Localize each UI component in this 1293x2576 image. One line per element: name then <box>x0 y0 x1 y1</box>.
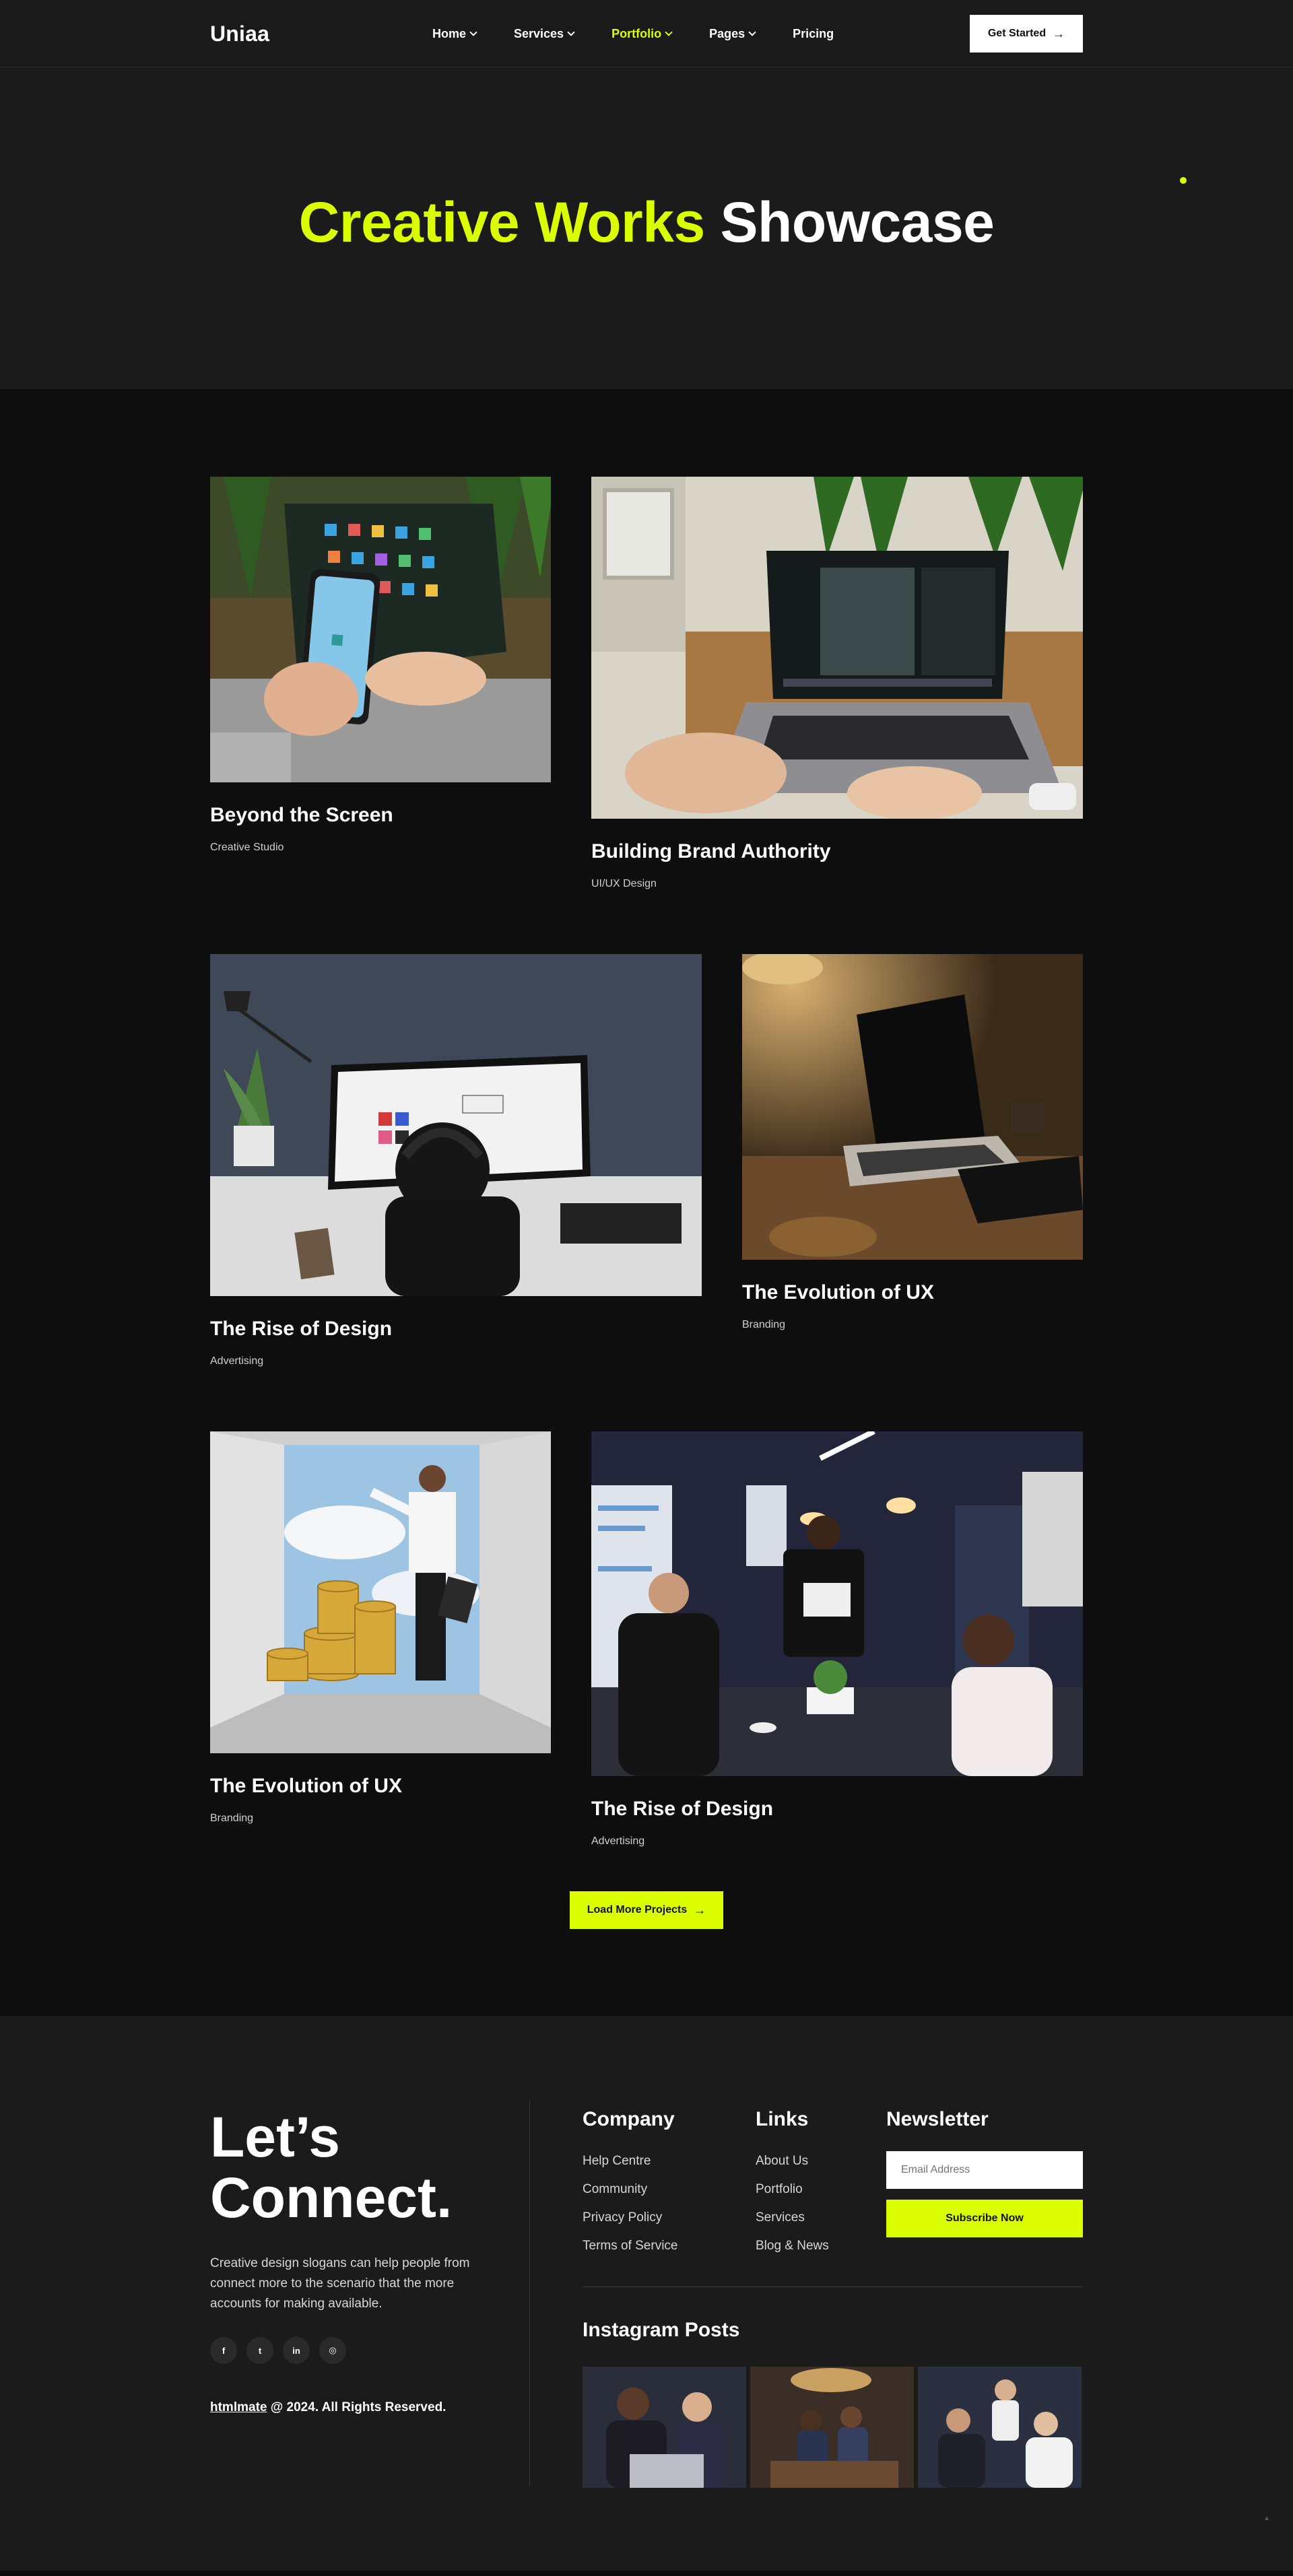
instagram-gallery <box>583 2367 1082 2488</box>
laptop-on-desk-photo[interactable] <box>742 954 1083 1260</box>
designer-at-monitor-photo[interactable] <box>210 954 702 1296</box>
portfolio-card[interactable]: The Rise of Design Advertising <box>210 954 702 1367</box>
nav-item-label: Pages <box>709 26 745 40</box>
footer-link-portfolio[interactable]: Portfolio <box>756 2182 829 2210</box>
card-title[interactable]: The Evolution of UX <box>210 1775 551 1798</box>
site-header: Uniaa Home Services Portfolio Pages Pric… <box>0 0 1293 67</box>
portfolio-card[interactable]: The Evolution of UX Branding <box>210 1431 551 1848</box>
load-more-label: Load More Projects <box>587 1904 688 1916</box>
chevron-down-icon <box>469 28 477 36</box>
facebook-icon[interactable]: f <box>210 2337 237 2364</box>
get-started-button[interactable]: Get Started → <box>969 15 1083 53</box>
footer-column-title: Newsletter <box>886 2108 989 2130</box>
portfolio-card[interactable]: Building Brand Authority UI/UX Design <box>591 477 1083 890</box>
nav-item-label: Services <box>514 26 564 40</box>
footer-link-about-us[interactable]: About Us <box>756 2154 829 2182</box>
page-title-accent: Creative Works <box>298 191 706 254</box>
get-started-label: Get Started <box>987 28 1047 39</box>
meeting-discussion-photo[interactable] <box>918 2367 1082 2488</box>
footer-link-community[interactable]: Community <box>583 2182 677 2210</box>
footer-heading: Let’s Connect. <box>210 2107 506 2228</box>
footer-column-title: Company <box>583 2108 675 2130</box>
page-title-rest: Showcase <box>720 191 995 254</box>
businessman-door-coins-photo[interactable] <box>210 1431 551 1753</box>
nav-item-pages[interactable]: Pages <box>709 26 756 41</box>
footer-link-blog-news[interactable]: Blog & News <box>756 2239 829 2267</box>
instagram-title: Instagram Posts <box>583 2319 740 2341</box>
decorative-dot <box>1180 177 1187 184</box>
twitter-icon[interactable]: t <box>246 2337 273 2364</box>
portfolio-row: The Rise of Design Advertising The Evolu… <box>210 954 1083 1367</box>
footer-heading-line: Connect. <box>210 2166 453 2229</box>
chevron-down-icon <box>748 28 756 36</box>
copyright-text: @ 2024. All Rights Reserved. <box>267 2400 446 2414</box>
footer-links-column: Links About Us Portfolio Services Blog &… <box>756 2108 829 2267</box>
page-title: Creative Works Showcase <box>0 189 1293 257</box>
laptop-editing-photo[interactable] <box>591 477 1083 819</box>
card-category: UI/UX Design <box>591 878 657 889</box>
card-category: Advertising <box>591 1835 645 1847</box>
copyright: htmlmate @ 2024. All Rights Reserved. <box>210 2400 506 2415</box>
card-category: Creative Studio <box>210 842 284 853</box>
arrow-right-icon: → <box>694 1903 706 1917</box>
card-title[interactable]: The Rise of Design <box>591 1798 1083 1821</box>
footer-link-privacy-policy[interactable]: Privacy Policy <box>583 2210 677 2239</box>
social-links: f t in ◎ <box>210 2337 506 2364</box>
subscribe-button[interactable]: Subscribe Now <box>886 2200 1083 2237</box>
footer-column-title: Links <box>756 2108 809 2130</box>
nav-item-services[interactable]: Services <box>514 26 575 41</box>
email-field[interactable] <box>886 2151 1083 2189</box>
footer-newsletter-column: Newsletter Subscribe Now <box>886 2108 1083 2237</box>
footer-heading-line: Let’s <box>210 2105 340 2169</box>
card-category: Branding <box>742 1319 786 1330</box>
footer-link-help-centre[interactable]: Help Centre <box>583 2154 677 2182</box>
nav-item-label: Home <box>432 26 466 40</box>
footer-horizontal-divider <box>583 2286 1083 2287</box>
card-title[interactable]: The Evolution of UX <box>742 1281 1083 1304</box>
portfolio-card[interactable]: Beyond the Screen Creative Studio <box>210 477 551 890</box>
office-meeting-photo[interactable] <box>591 1431 1083 1776</box>
load-more-button[interactable]: Load More Projects → <box>570 1891 723 1929</box>
footer-connect: Let’s Connect. Creative design slogans c… <box>210 2107 506 2415</box>
card-title[interactable]: The Rise of Design <box>210 1318 702 1341</box>
hero-section: Creative Works Showcase <box>0 67 1293 389</box>
card-category: Advertising <box>210 1355 264 1367</box>
chevron-down-icon <box>567 28 575 36</box>
footer-description: Creative design slogans can help people … <box>210 2256 470 2311</box>
nav-item-home[interactable]: Home <box>432 26 477 41</box>
nav-item-pricing[interactable]: Pricing <box>793 27 834 41</box>
portfolio-card[interactable]: The Evolution of UX Branding <box>742 954 1083 1367</box>
office-group-photo[interactable] <box>750 2367 914 2488</box>
footer-divider <box>529 2101 530 2485</box>
portfolio-row: The Evolution of UX Branding The Rise of… <box>210 1431 1083 1848</box>
arrow-right-icon: → <box>1053 27 1065 40</box>
footer-link-terms-of-service[interactable]: Terms of Service <box>583 2239 677 2267</box>
load-more-wrap: Load More Projects → <box>210 1891 1083 1929</box>
card-title[interactable]: Building Brand Authority <box>591 840 1083 863</box>
linkedin-icon[interactable]: in <box>283 2337 310 2364</box>
main-nav: Home Services Portfolio Pages Pricing <box>432 27 834 41</box>
chevron-down-icon <box>665 28 673 36</box>
card-title[interactable]: Beyond the Screen <box>210 804 551 827</box>
portfolio-card[interactable]: The Rise of Design Advertising <box>591 1431 1083 1848</box>
copyright-brand-link[interactable]: htmlmate <box>210 2400 267 2414</box>
nav-item-label: Portfolio <box>611 26 662 40</box>
site-footer: Let’s Connect. Creative design slogans c… <box>0 2016 1293 2576</box>
card-category: Branding <box>210 1812 254 1824</box>
phone-and-tablet-photo[interactable] <box>210 477 551 782</box>
portfolio-row: Beyond the Screen Creative Studio Buildi… <box>210 477 1083 890</box>
instagram-icon[interactable]: ◎ <box>319 2337 346 2364</box>
footer-link-services[interactable]: Services <box>756 2210 829 2239</box>
scroll-top-icon[interactable]: ▲ <box>1263 2515 1270 2522</box>
portfolio-section: Beyond the Screen Creative Studio Buildi… <box>0 389 1293 2016</box>
nav-item-portfolio[interactable]: Portfolio <box>611 26 673 41</box>
footer-company-column: Company Help Centre Community Privacy Po… <box>583 2108 677 2267</box>
bottom-bar <box>0 2571 1293 2576</box>
team-laptop-photo[interactable] <box>583 2367 746 2488</box>
site-logo[interactable]: Uniaa <box>210 22 269 46</box>
nav-item-label: Pricing <box>793 26 834 40</box>
